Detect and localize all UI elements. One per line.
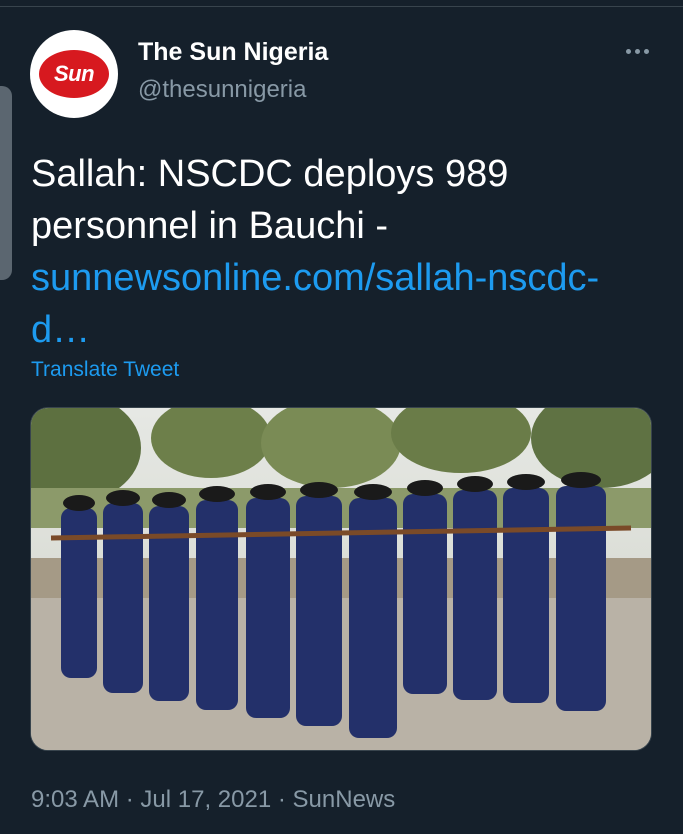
top-divider xyxy=(0,6,683,7)
display-name[interactable]: The Sun Nigeria xyxy=(138,38,328,67)
translate-tweet-link[interactable]: Translate Tweet xyxy=(31,358,179,382)
tweet-body: Sallah: NSCDC deploys 989 personnel in B… xyxy=(31,153,509,247)
sun-logo: Sun xyxy=(39,50,109,98)
tweet-text: Sallah: NSCDC deploys 989 personnel in B… xyxy=(31,148,651,356)
account-handle[interactable]: @thesunnigeria xyxy=(138,76,306,104)
separator: · xyxy=(277,786,286,813)
left-scroll-handle[interactable] xyxy=(0,86,12,280)
parade-photo xyxy=(31,408,651,750)
tweet-date: Jul 17, 2021 xyxy=(140,786,272,813)
tweet-media-image[interactable] xyxy=(30,407,652,751)
separator: · xyxy=(125,786,134,813)
avatar-logo-text: Sun xyxy=(53,61,95,86)
tweet-time: 9:03 AM xyxy=(31,786,120,813)
tweet-link[interactable]: sunnewsonline.com/sallah-nscdc-d… xyxy=(31,257,599,351)
more-horizontal-icon xyxy=(625,48,631,54)
more-options-button[interactable] xyxy=(620,40,654,62)
tweet-timestamp[interactable]: 9:03 AM · Jul 17, 2021 · SunNews xyxy=(31,786,395,814)
tweet-source[interactable]: SunNews xyxy=(293,786,396,813)
more-dot xyxy=(643,48,649,54)
more-dot xyxy=(634,48,640,54)
avatar[interactable]: Sun xyxy=(30,30,118,118)
